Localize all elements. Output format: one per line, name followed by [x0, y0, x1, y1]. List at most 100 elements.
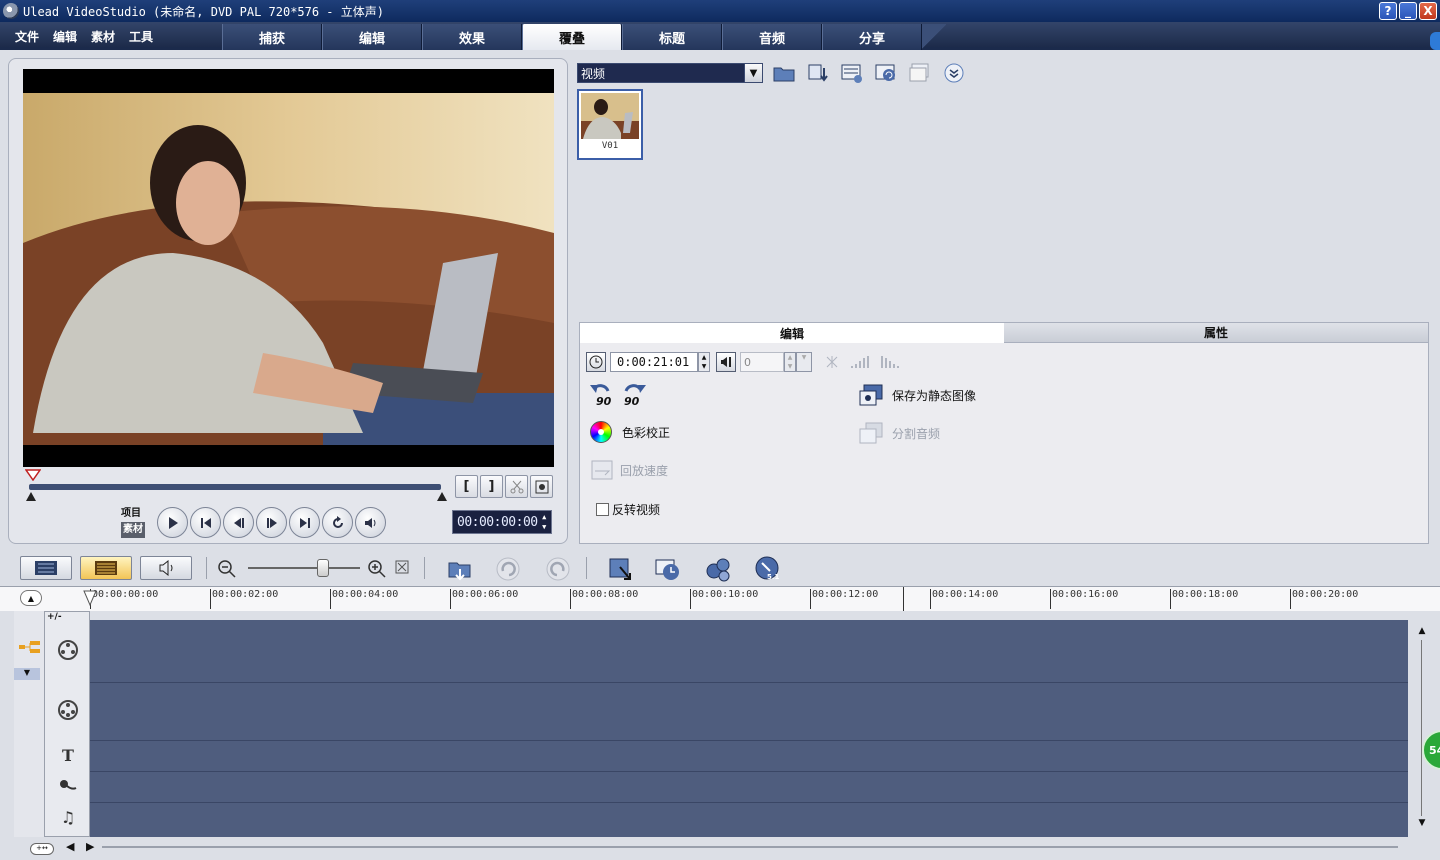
scroll-mode-icon[interactable]: +↔: [30, 843, 54, 855]
timeline-sync-icon[interactable]: [654, 555, 682, 583]
mode-clip[interactable]: 素材: [121, 522, 145, 538]
video-track-icon[interactable]: [45, 638, 91, 662]
reverse-video-label[interactable]: 反转视频: [612, 501, 660, 518]
step-audio[interactable]: 音频: [722, 24, 822, 50]
chevron-down-icon[interactable]: ▼: [744, 64, 762, 82]
zoom-out-icon[interactable]: [216, 558, 238, 580]
overlay-track-icon[interactable]: [45, 698, 91, 722]
zoom-slider-thumb[interactable]: [317, 559, 329, 577]
repeat-button[interactable]: [322, 507, 353, 538]
surround-mixer-icon[interactable]: 5.1: [754, 555, 782, 583]
step-title[interactable]: 标题: [622, 24, 722, 50]
menu-edit[interactable]: 编辑: [46, 28, 84, 45]
step-share[interactable]: 分享: [822, 24, 922, 50]
play-button[interactable]: [157, 507, 188, 538]
mark-in-button[interactable]: [: [455, 475, 478, 498]
timecode-display[interactable]: 00:00:00:00 ▲ ▼: [452, 510, 552, 534]
track-manager-icon[interactable]: [18, 639, 42, 655]
step-overlay[interactable]: 覆叠: [522, 24, 622, 50]
timeline-view-button[interactable]: [80, 556, 132, 580]
timeline-horizontal-scrollbar[interactable]: [102, 846, 1398, 848]
split-audio-label[interactable]: 分割音频: [892, 425, 940, 442]
clip-thumbnail-icon[interactable]: [907, 61, 933, 85]
undo-icon[interactable]: [494, 555, 522, 583]
normalize-icon[interactable]: [824, 354, 840, 370]
tab-edit[interactable]: 编辑: [580, 323, 1004, 343]
duration-field[interactable]: 0:00:21:01: [610, 352, 698, 372]
split-audio-icon[interactable]: [858, 421, 886, 445]
sort-icon[interactable]: [805, 61, 831, 85]
track-dropdown[interactable]: ▼: [14, 668, 40, 680]
next-frame-button[interactable]: [256, 507, 287, 538]
expand-library-icon[interactable]: [941, 61, 967, 85]
audio-view-button[interactable]: [140, 556, 192, 580]
scrub-head[interactable]: [25, 469, 41, 481]
help-button[interactable]: ?: [1379, 2, 1397, 20]
scroll-left-button[interactable]: ◀: [66, 840, 74, 853]
previous-frame-button[interactable]: [223, 507, 254, 538]
batch-convert-icon[interactable]: [704, 555, 732, 583]
play-mode-selector[interactable]: 项目 素材: [121, 506, 145, 538]
timeline-tracks[interactable]: [90, 620, 1408, 837]
step-edit[interactable]: 编辑: [322, 24, 422, 50]
fade-out-icon[interactable]: [880, 354, 900, 370]
scroll-right-button[interactable]: ▶: [86, 840, 94, 853]
svg-text:5.1: 5.1: [767, 573, 780, 581]
enlarge-icon[interactable]: [530, 475, 553, 498]
mute-icon[interactable]: [716, 352, 736, 372]
trim-start-handle[interactable]: [26, 492, 36, 501]
insert-media-icon[interactable]: [446, 555, 474, 583]
duration-spinner[interactable]: ▲ ▼: [698, 352, 710, 372]
playback-speed-label[interactable]: 回放速度: [620, 462, 668, 479]
view-options-icon[interactable]: [839, 61, 865, 85]
rotate-left-icon[interactable]: 90: [588, 381, 616, 407]
timeline-ruler[interactable]: 00:00:00:00 00:00:02:00 00:00:04:00 00:0…: [0, 586, 1440, 611]
rotate-right-icon[interactable]: 90: [620, 381, 648, 407]
redo-icon[interactable]: [544, 555, 572, 583]
volume-dropdown[interactable]: ▼: [796, 352, 812, 372]
tab-attributes[interactable]: 属性: [1004, 323, 1428, 343]
step-capture[interactable]: 捕获: [222, 24, 322, 50]
color-correction-icon[interactable]: [590, 421, 612, 443]
close-button[interactable]: X: [1419, 2, 1437, 20]
preview-window[interactable]: [23, 69, 554, 467]
save-still-label[interactable]: 保存为静态图像: [892, 387, 976, 404]
library-clip[interactable]: V01: [577, 89, 643, 160]
playhead[interactable]: [82, 589, 98, 607]
home-button[interactable]: [190, 507, 221, 538]
library-manager-icon[interactable]: [873, 61, 899, 85]
fit-project-icon[interactable]: [394, 559, 410, 575]
track-add-remove[interactable]: +/-: [47, 612, 62, 622]
mode-project[interactable]: 项目: [121, 506, 145, 522]
music-track-icon[interactable]: ♫: [45, 808, 91, 827]
scissors-icon[interactable]: [505, 475, 528, 498]
playback-speed-icon[interactable]: [590, 459, 614, 481]
smart-proxy-icon[interactable]: [606, 555, 634, 583]
zoom-slider-track[interactable]: [248, 567, 360, 569]
menu-file[interactable]: 文件: [8, 28, 46, 45]
timecode-spinner[interactable]: ▲ ▼: [539, 512, 549, 532]
step-effect[interactable]: 效果: [422, 24, 522, 50]
minimize-button[interactable]: _: [1399, 2, 1417, 20]
fade-in-icon[interactable]: [850, 354, 870, 370]
title-track-icon[interactable]: T: [45, 746, 91, 765]
scrub-bar[interactable]: [29, 484, 441, 490]
menu-tools[interactable]: 工具: [122, 28, 160, 45]
zoom-in-icon[interactable]: [366, 558, 388, 580]
mark-out-button[interactable]: ]: [480, 475, 503, 498]
volume-button[interactable]: [355, 507, 386, 538]
add-folder-icon[interactable]: [771, 61, 797, 85]
storyboard-view-button[interactable]: [20, 556, 72, 580]
timeline-vertical-scrollbar[interactable]: ▲ ▼: [1416, 626, 1428, 832]
reverse-video-checkbox[interactable]: [596, 503, 609, 516]
library-category-select[interactable]: 视频 ▼: [577, 63, 763, 83]
color-correction-label[interactable]: 色彩校正: [622, 424, 670, 441]
volume-spinner[interactable]: ▲ ▼: [784, 352, 796, 372]
menu-clip[interactable]: 素材: [84, 28, 122, 45]
voice-track-icon[interactable]: [45, 778, 91, 794]
collapse-timeline-button[interactable]: ▲: [20, 590, 42, 606]
trim-end-handle[interactable]: [437, 492, 447, 501]
end-button[interactable]: [289, 507, 320, 538]
volume-field[interactable]: 0: [740, 352, 784, 372]
save-still-icon[interactable]: [858, 383, 886, 407]
